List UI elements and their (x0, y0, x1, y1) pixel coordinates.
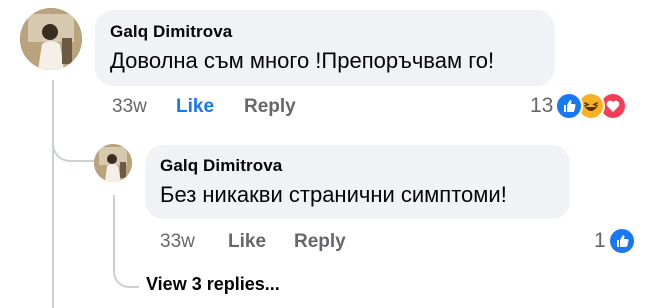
like-icon (607, 227, 636, 255)
reaction-count: 13 (530, 94, 554, 117)
reply-timestamp[interactable]: 33w (160, 231, 195, 253)
comment-reactions[interactable]: 13 (530, 92, 628, 120)
comment-like-button[interactable]: Like (176, 96, 214, 118)
thread-line-main (52, 80, 54, 308)
reply-author[interactable]: Galq Dimitrova (160, 156, 282, 176)
reaction-count: 1 (594, 229, 606, 252)
comment-timestamp[interactable]: 33w (112, 96, 147, 118)
reply-reply-button[interactable]: Reply (294, 231, 346, 253)
comment-text: Доволна съм много !Препоръчвам го! (110, 48, 495, 73)
view-replies-link[interactable]: View 3 replies... (146, 274, 280, 295)
comment-author[interactable]: Galq Dimitrova (110, 22, 232, 42)
reply-like-button[interactable]: Like (228, 231, 266, 253)
avatar-photo (94, 144, 132, 182)
thread-line-reply (113, 195, 115, 255)
reply-avatar[interactable] (94, 144, 132, 182)
comment-bubble[interactable]: Galq Dimitrova Доволна съм много !Препор… (95, 10, 555, 86)
comment-reply-button[interactable]: Reply (244, 96, 296, 118)
thread-connector-reply (52, 120, 94, 162)
like-icon (555, 92, 584, 120)
avatar[interactable] (20, 8, 82, 70)
avatar-photo (20, 8, 82, 70)
thread-connector-view-replies (113, 250, 139, 288)
reply-reactions[interactable]: 1 (594, 227, 636, 255)
reply-bubble[interactable]: Galq Dimitrova Без никакви странични сим… (145, 145, 570, 219)
reply-text: Без никакви странични симптоми! (160, 182, 507, 207)
